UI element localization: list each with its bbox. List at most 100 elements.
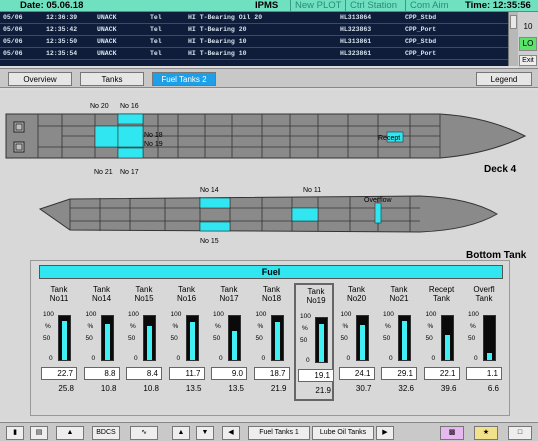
scale-percent: % (470, 323, 476, 330)
alarm-count: 10 (523, 22, 533, 31)
scale-percent: % (45, 323, 51, 330)
eraser-icon[interactable]: ▩ (440, 426, 464, 440)
scale-percent: % (427, 323, 434, 330)
fuel-tank-gauge[interactable]: Recept Tank 100% 50 0 22.1 39.6 (422, 283, 462, 401)
deck4-label: Deck 4 (484, 164, 517, 175)
scale-50: 50 (468, 335, 476, 342)
tank-label-no21: No 21 (94, 169, 113, 176)
alarm-scrollbar[interactable] (508, 12, 518, 66)
tank-name: Tank No19 (306, 287, 326, 305)
arrow-down-icon[interactable]: ▼ (196, 426, 214, 440)
level-fill (359, 325, 365, 360)
alarm-row[interactable]: 05/06 12:36:39 UNACK Tel HI T-Bearing Oi… (0, 12, 508, 24)
level-fill (274, 322, 280, 360)
fuel-tanks-1-button[interactable]: Fuel Tanks 1 (248, 426, 310, 440)
level-fill (189, 321, 195, 360)
scale-percent: % (385, 323, 391, 330)
exit-button[interactable]: Exit (519, 55, 537, 66)
fuel-tank-gauge[interactable]: Tank No11 100% 50 0 22.7 25.8 (39, 283, 79, 401)
document-icon[interactable]: ▤ (30, 426, 48, 440)
scale-100: 100 (300, 313, 311, 320)
level-value: 29.1 (381, 367, 417, 380)
fuel-tank-gauge[interactable]: Tank No15 100% 50 0 8.4 10.8 (124, 283, 164, 401)
level-value: 22.1 (423, 367, 460, 380)
scale-percent: % (342, 323, 349, 330)
fuel-tank-gauge[interactable]: Tank No14 100% 50 0 8.8 10.8 (82, 283, 122, 401)
ctrl-station-link[interactable]: Ctrl Station (345, 0, 397, 11)
scrollbar-thumb[interactable] (510, 15, 517, 29)
status-bar: Date: 05.06.18 IPMS New PLOT Ctrl Statio… (0, 0, 538, 12)
scale-100: 100 (213, 311, 224, 318)
level-value: 8.8 (83, 367, 120, 380)
scale-0: 0 (431, 355, 436, 362)
bdcs-button[interactable]: BDCS (92, 426, 120, 440)
scale-100: 100 (468, 311, 479, 318)
capacity-value: 39.6 (440, 384, 457, 393)
level-fill (402, 320, 407, 360)
scale-100: 100 (128, 311, 139, 318)
level-value: 24.1 (338, 367, 375, 380)
alarm-row[interactable]: 05/06 12:35:54 UNACK Tel HI T-Bearing 10… (0, 48, 508, 60)
fuel-header: Fuel (39, 265, 503, 279)
tank-name: Tank No15 (134, 285, 154, 303)
capacity-value: 32.6 (398, 384, 414, 393)
scale-0: 0 (346, 355, 351, 362)
scale-0: 0 (261, 355, 266, 362)
level-fill (232, 330, 237, 360)
arrow-right-icon[interactable]: ▶ (376, 426, 394, 440)
level-bar (440, 315, 454, 361)
alarm-row[interactable]: 05/06 12:35:50 UNACK Tel HI T-Bearing 10… (0, 36, 508, 48)
level-fill (444, 335, 450, 360)
tank-label-no14: No 14 (200, 187, 219, 194)
scale-100: 100 (85, 311, 97, 318)
lube-oil-tanks-button[interactable]: Lube Oil Tanks (312, 426, 374, 440)
com-aim-link[interactable]: Com Aim (405, 0, 449, 11)
alarm-row[interactable]: 05/06 12:35:42 UNACK Tel HI T-Bearing 20… (0, 24, 508, 36)
fuel-tank-gauge[interactable]: Overfl Tank 100% 50 0 1.1 6.6 (464, 283, 504, 401)
folder-icon[interactable]: ▲ (56, 426, 84, 440)
tank-name: Tank No21 (389, 285, 409, 303)
speaker-icon[interactable]: ▮ (6, 426, 24, 440)
tank-name: Tank No20 (346, 285, 367, 303)
level-bar (143, 315, 156, 361)
fuel-tank-gauge[interactable]: Tank No17 100% 50 0 9.0 13.5 (209, 283, 249, 401)
scale-100: 100 (425, 311, 437, 318)
arrow-left-icon[interactable]: ◀ (222, 426, 240, 440)
tank-label-no18: No 18 (144, 132, 163, 139)
scale-0: 0 (219, 355, 223, 362)
capacity-value: 13.5 (185, 384, 202, 393)
print-icon[interactable]: □ (508, 426, 532, 440)
trend-icon[interactable]: ∿ (130, 426, 158, 440)
fuel-tank-gauge[interactable]: Tank No20 100% 50 0 24.1 30.7 (337, 283, 377, 401)
level-bar (483, 315, 496, 361)
level-bar (398, 315, 411, 361)
tab-tanks[interactable]: Tanks (80, 72, 144, 86)
scale-percent: % (302, 325, 308, 332)
scale-50: 50 (300, 337, 308, 344)
fuel-tank-gauge[interactable]: Tank No21 100% 50 0 29.1 32.6 (379, 283, 419, 401)
bottom-toolbar: ▮ ▤ ▲ BDCS ∿ ▲ ▼ ◀ Fuel Tanks 1 Lube Oil… (0, 422, 538, 441)
tank-name: Tank No16 (176, 285, 197, 303)
tank-label-no17: No 17 (120, 169, 139, 176)
scale-100: 100 (170, 311, 182, 318)
level-value: 11.7 (168, 367, 205, 380)
legend-button[interactable]: Legend (476, 72, 532, 86)
level-value: 19.1 (298, 369, 334, 382)
tank-label-no20: No 20 (90, 103, 109, 110)
fuel-tank-gauge[interactable]: Tank No18 100% 50 0 18.7 21.9 (252, 283, 292, 401)
new-plot-link[interactable]: New PLOT (290, 0, 341, 11)
app-title: IPMS (255, 0, 279, 11)
scale-percent: % (130, 323, 136, 330)
lo-button[interactable]: LO (519, 37, 537, 51)
scale-percent: % (172, 323, 179, 330)
arrow-up-icon[interactable]: ▲ (172, 426, 190, 440)
group-icon[interactable]: ★ (474, 426, 498, 440)
tab-fuel-tanks-2[interactable]: Fuel Tanks 2 (152, 72, 216, 86)
scale-100: 100 (255, 311, 267, 318)
level-fill (487, 352, 492, 360)
fuel-tank-gauge[interactable]: Tank No19 100% 50 0 19.1 21.9 (294, 283, 334, 401)
tab-overview[interactable]: Overview (8, 72, 72, 86)
time-label: Time: 12:35:56 (465, 0, 531, 11)
fuel-tank-gauge[interactable]: Tank No16 100% 50 0 11.7 13.5 (167, 283, 207, 401)
fuel-gauge-panel: Fuel Tank No11 100% 50 0 22.7 25.8 Tank No14 100%… (30, 260, 510, 416)
